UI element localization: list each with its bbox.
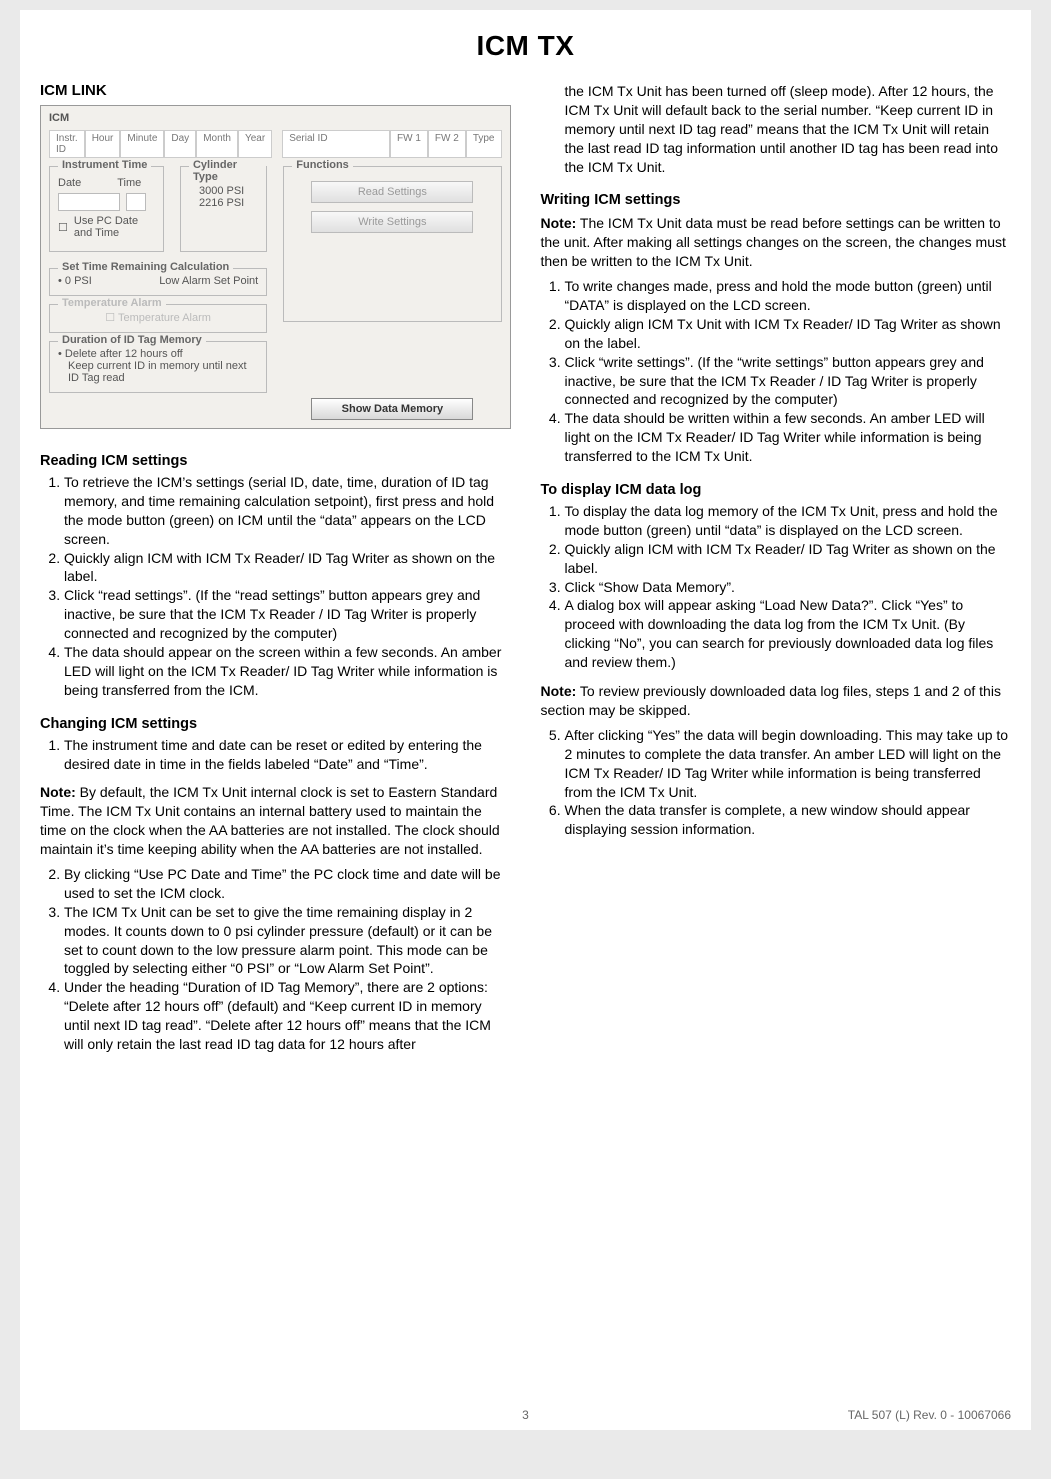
display-steps-list-1: To display the data log memory of the IC…: [541, 502, 1012, 672]
list-item: After clicking “Yes” the data will begin…: [565, 726, 1012, 802]
list-item: To write changes made, press and hold th…: [565, 277, 1012, 315]
chk-temperature-alarm[interactable]: Temperature Alarm: [58, 311, 258, 324]
dialog-title: ICM: [49, 112, 69, 124]
hdr-instr-id: Instr. ID: [49, 130, 85, 158]
changing-heading: Changing ICM settings: [40, 716, 511, 732]
writing-heading: Writing ICM settings: [541, 192, 1012, 208]
grp-set-time-remaining: Set Time Remaining Calculation: [58, 261, 233, 273]
list-item: Click “read settings”. (If the “read set…: [64, 586, 511, 643]
list-item: Quickly align ICM Tx Unit with ICM Tx Re…: [565, 315, 1012, 353]
time-field[interactable]: [126, 193, 146, 211]
hdr-fw2: FW 2: [428, 130, 466, 158]
list-item: To display the data log memory of the IC…: [565, 502, 1012, 540]
hdr-type: Type: [466, 130, 502, 158]
display-heading: To display ICM data log: [541, 482, 1012, 498]
hdr-minute: Minute: [120, 130, 164, 158]
hdr-fw1: FW 1: [390, 130, 428, 158]
list-item: A dialog box will appear asking “Load Ne…: [565, 596, 1012, 672]
hdr-day: Day: [164, 130, 196, 158]
list-item: The ICM Tx Unit can be set to give the t…: [64, 903, 511, 979]
changing-steps-list-1: The instrument time and date can be rese…: [40, 736, 511, 774]
note-3: Note: To review previously downloaded da…: [541, 682, 1012, 720]
reading-heading: Reading ICM settings: [40, 453, 511, 469]
opt-keep-current-id[interactable]: Keep current ID in memory until next ID …: [58, 360, 258, 384]
page-title: ICM TX: [40, 30, 1011, 62]
note-1: Note: By default, the ICM Tx Unit intern…: [40, 783, 511, 859]
list-item: By clicking “Use PC Date and Time” the P…: [64, 865, 511, 903]
list-item: When the data transfer is complete, a ne…: [565, 801, 1012, 839]
opt-low-alarm-set-point[interactable]: Low Alarm Set Point: [159, 275, 258, 287]
page-footer: 3 TAL 507 (L) Rev. 0 - 10067066: [40, 1408, 1011, 1422]
page-number: 3: [522, 1408, 529, 1422]
opt-delete-12h[interactable]: Delete after 12 hours off: [58, 348, 258, 360]
icm-settings-dialog: ICM Instr. ID Hour Minute Day Month Year…: [40, 105, 511, 429]
grp-cylinder-type: Cylinder Type: [189, 159, 266, 183]
list-item: The data should be written within a few …: [565, 409, 1012, 466]
grp-functions: Functions: [292, 159, 353, 171]
date-field[interactable]: [58, 193, 120, 211]
hdr-year: Year: [238, 130, 272, 158]
list-item: The instrument time and date can be rese…: [64, 736, 511, 774]
label-date: Date: [58, 177, 81, 189]
hdr-hour: Hour: [85, 130, 121, 158]
list-item: Click “write settings”. (If the “write s…: [565, 353, 1012, 410]
continuation-text: the ICM Tx Unit has been turned off (sle…: [565, 82, 1012, 176]
opt-0-psi[interactable]: 0 PSI: [58, 275, 92, 287]
grp-instrument-time: Instrument Time: [58, 159, 151, 171]
hdr-month: Month: [196, 130, 238, 158]
writing-steps-list: To write changes made, press and hold th…: [541, 277, 1012, 466]
icm-link-heading: ICM LINK: [40, 82, 511, 99]
grp-duration-id-tag: Duration of ID Tag Memory: [58, 334, 206, 346]
list-item: To retrieve the ICM’s settings (serial I…: [64, 473, 511, 549]
display-steps-list-2: After clicking “Yes” the data will begin…: [541, 726, 1012, 839]
label-time: Time: [117, 177, 141, 189]
read-settings-button[interactable]: Read Settings: [311, 181, 473, 203]
grp-temperature-alarm: Temperature Alarm: [58, 297, 166, 309]
hdr-serial-id: Serial ID: [282, 130, 390, 158]
list-item: Quickly align ICM with ICM Tx Reader/ ID…: [565, 540, 1012, 578]
write-settings-button[interactable]: Write Settings: [311, 211, 473, 233]
show-data-memory-button[interactable]: Show Data Memory: [311, 398, 473, 420]
list-item: Quickly align ICM with ICM Tx Reader/ ID…: [64, 549, 511, 587]
changing-steps-list-2: By clicking “Use PC Date and Time” the P…: [40, 865, 511, 1054]
list-item: Click “Show Data Memory”.: [565, 578, 1012, 597]
note-2: Note: The ICM Tx Unit data must be read …: [541, 214, 1012, 271]
list-item: The data should appear on the screen wit…: [64, 643, 511, 700]
opt-2216psi[interactable]: 2216 PSI: [189, 197, 258, 209]
chk-use-pc-date[interactable]: Use PC Date and Time: [58, 215, 155, 239]
opt-3000psi[interactable]: 3000 PSI: [189, 185, 258, 197]
revision-label: TAL 507 (L) Rev. 0 - 10067066: [848, 1408, 1011, 1422]
list-item: Under the heading “Duration of ID Tag Me…: [64, 978, 511, 1054]
reading-steps-list: To retrieve the ICM’s settings (serial I…: [40, 473, 511, 700]
